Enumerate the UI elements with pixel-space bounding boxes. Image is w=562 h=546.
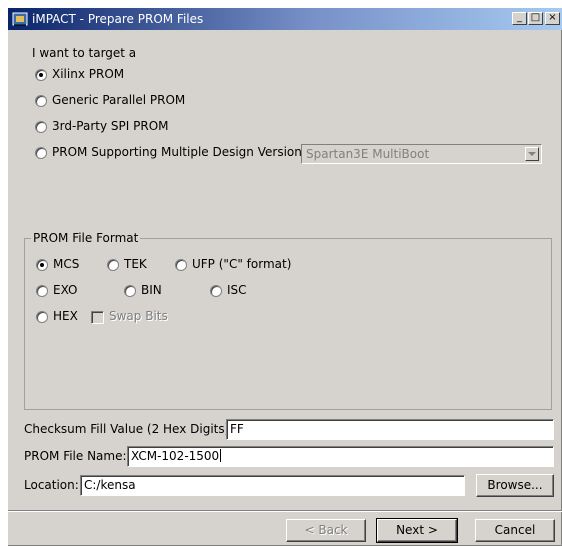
- target-spi-prom-label[interactable]: 3rd-Party SPI PROM: [52, 119, 169, 133]
- location-input[interactable]: C:/kensa: [80, 475, 465, 496]
- multiboot-select[interactable]: Spartan3E MultiBoot: [301, 144, 542, 164]
- button-separator: [8, 510, 562, 512]
- format-ufp-radio[interactable]: [175, 259, 187, 271]
- format-isc-radio[interactable]: [210, 285, 222, 297]
- maximize-button[interactable]: □: [528, 12, 543, 25]
- minimize-button[interactable]: _: [512, 12, 527, 25]
- target-generic-parallel-radio[interactable]: [35, 95, 47, 107]
- format-exo-radio[interactable]: [36, 285, 48, 297]
- back-button[interactable]: < Back: [286, 519, 366, 542]
- location-input-value: C:/kensa: [84, 478, 136, 492]
- prepare-prom-files-dialog: iMPACT - Prepare PROM Files _ □ × I want…: [8, 8, 562, 546]
- title-bar[interactable]: iMPACT - Prepare PROM Files _ □ ×: [8, 8, 562, 30]
- prom-file-name-value: XCM-102-1500: [131, 449, 220, 463]
- browse-button[interactable]: Browse...: [476, 474, 554, 497]
- multiboot-select-value: Spartan3E MultiBoot: [306, 147, 430, 161]
- prom-file-format-group: PROM File Format MCS TEK UFP ("C" format…: [24, 231, 552, 410]
- window-title: iMPACT - Prepare PROM Files: [32, 12, 204, 26]
- swap-bits-label: Swap Bits: [109, 309, 168, 323]
- impact-app-icon: [12, 12, 28, 26]
- format-hex-radio[interactable]: [36, 311, 48, 323]
- format-bin-label[interactable]: BIN: [141, 283, 162, 297]
- checksum-input[interactable]: FF: [226, 419, 554, 440]
- location-label: Location:: [24, 478, 79, 492]
- checksum-input-value: FF: [230, 422, 244, 436]
- format-mcs-label[interactable]: MCS: [53, 257, 79, 271]
- format-isc-label[interactable]: ISC: [227, 283, 247, 297]
- format-tek-label[interactable]: TEK: [124, 257, 147, 271]
- format-mcs-radio[interactable]: [36, 259, 48, 271]
- close-button[interactable]: ×: [545, 12, 560, 25]
- target-spi-prom-radio[interactable]: [35, 121, 47, 133]
- chevron-down-icon[interactable]: [525, 147, 539, 161]
- format-ufp-label[interactable]: UFP ("C" format): [192, 257, 291, 271]
- target-multiboot-label[interactable]: PROM Supporting Multiple Design Versions…: [52, 145, 312, 159]
- format-exo-label[interactable]: EXO: [53, 283, 77, 297]
- target-generic-parallel-label[interactable]: Generic Parallel PROM: [52, 93, 185, 107]
- prom-file-name-input[interactable]: XCM-102-1500: [127, 446, 554, 467]
- format-tek-radio[interactable]: [107, 259, 119, 271]
- target-heading: I want to target a: [32, 46, 137, 60]
- prom-file-format-legend: PROM File Format: [31, 231, 141, 245]
- swap-bits-checkbox[interactable]: [91, 311, 104, 324]
- format-hex-label[interactable]: HEX: [53, 309, 78, 323]
- checksum-label: Checksum Fill Value (2 Hex Digits):: [24, 422, 234, 436]
- prom-file-name-label: PROM File Name:: [24, 449, 127, 463]
- format-bin-radio[interactable]: [124, 285, 136, 297]
- next-button[interactable]: Next >: [376, 518, 458, 543]
- target-xilinx-prom-radio[interactable]: [35, 69, 47, 81]
- cancel-button[interactable]: Cancel: [475, 519, 555, 542]
- target-multiboot-radio[interactable]: [35, 147, 47, 159]
- target-xilinx-prom-label[interactable]: Xilinx PROM: [52, 67, 124, 81]
- text-caret: [220, 449, 222, 462]
